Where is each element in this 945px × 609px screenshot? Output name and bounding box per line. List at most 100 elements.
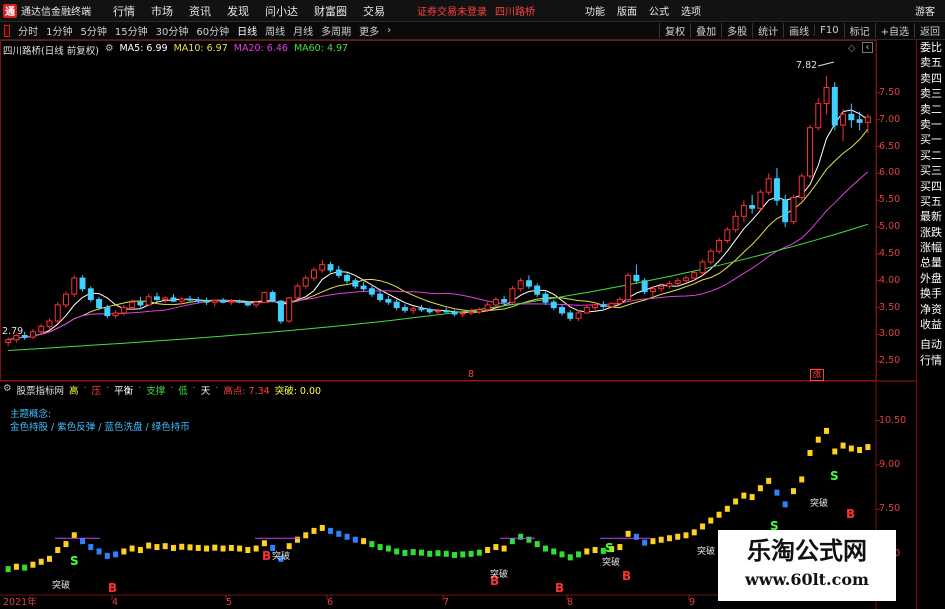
candle-body: [559, 307, 565, 314]
menu-item-discover[interactable]: 发现: [219, 3, 257, 19]
stats-button[interactable]: 统计: [752, 23, 783, 38]
side-item-bid4[interactable]: 买四: [917, 179, 945, 194]
indicator-dot: [195, 544, 201, 551]
indicator-dot: [790, 488, 796, 495]
x-tick: 7: [443, 597, 450, 608]
menu-item-quotes[interactable]: 行情: [105, 3, 143, 19]
side-item-bid1[interactable]: 买一: [917, 132, 945, 147]
y-tick: 6.50: [879, 140, 901, 152]
f10-button[interactable]: F10: [814, 25, 843, 36]
candle-body: [294, 285, 301, 299]
collapse-panel-icon[interactable]: ‹: [862, 42, 873, 53]
indicator-dot: [807, 449, 813, 456]
menu-item-wealth[interactable]: 财富圈: [306, 3, 355, 19]
side-item-bid3[interactable]: 买三: [917, 163, 945, 178]
candle-body: [608, 302, 615, 308]
side-item-bid2[interactable]: 买二: [917, 148, 945, 163]
indicator-dot: [5, 566, 11, 573]
candle-body: [385, 299, 392, 303]
menu-item-trade[interactable]: 交易: [355, 3, 393, 19]
tab-monthly[interactable]: 月线: [289, 23, 317, 38]
x-tick: 5: [226, 597, 233, 608]
candle-body: [5, 339, 12, 343]
settings-gear-icon[interactable]: ⚙: [3, 383, 12, 397]
indicator-dot: [96, 548, 102, 555]
candle-body: [699, 261, 706, 274]
menu-item-function[interactable]: 功能: [579, 3, 611, 18]
side-item-quotes[interactable]: 行情: [917, 353, 945, 368]
side-item-weibi[interactable]: 委比: [917, 40, 945, 55]
tab-intraday[interactable]: 分时: [14, 23, 42, 38]
candle-body: [823, 86, 830, 105]
indicator-dot: [766, 477, 772, 484]
side-item-change-pct[interactable]: 涨幅: [917, 240, 945, 255]
indicator-dot: [352, 536, 358, 543]
menu-item-options[interactable]: 选项: [675, 3, 707, 18]
menu-item-ask[interactable]: 问小达: [257, 3, 306, 19]
tab-multi-period[interactable]: 多周期: [317, 23, 355, 38]
sub-panel-title: 股票指标网: [16, 386, 65, 397]
side-item-ask3[interactable]: 卖三: [917, 86, 945, 101]
menu-item-layout[interactable]: 版面: [611, 3, 643, 18]
tab-5min[interactable]: 5分钟: [77, 23, 111, 38]
menu-item-formula[interactable]: 公式: [643, 3, 675, 18]
overlay-button[interactable]: 叠加: [690, 23, 721, 38]
candle-body: [335, 269, 342, 276]
side-item-bid5[interactable]: 买五: [917, 194, 945, 209]
side-item-ask4[interactable]: 卖四: [917, 71, 945, 86]
side-item-outer[interactable]: 外盘: [917, 271, 945, 286]
candle-body: [153, 296, 160, 301]
side-item-ask2[interactable]: 卖二: [917, 102, 945, 117]
indicator-dot: [361, 538, 367, 545]
candle-body: [63, 293, 69, 306]
add-watchlist-button[interactable]: +自选: [874, 23, 914, 38]
adjust-button[interactable]: 复权: [659, 23, 690, 38]
tab-1min[interactable]: 1分钟: [42, 23, 76, 38]
y-tick: 4.50: [879, 247, 901, 259]
indicator-dot: [774, 489, 780, 496]
side-item-earnings[interactable]: 收益: [917, 317, 945, 332]
chevron-right-icon[interactable]: ›: [383, 25, 395, 36]
candle-body: [401, 307, 408, 311]
indicator-dot: [121, 548, 127, 555]
toolbar-square-icon[interactable]: [4, 24, 11, 37]
candle-body: [707, 250, 714, 263]
tab-daily[interactable]: 日线: [233, 23, 261, 38]
indicator-dot: [782, 501, 788, 508]
candle-body: [633, 274, 640, 282]
multi-stock-button[interactable]: 多股: [721, 23, 752, 38]
tab-weekly[interactable]: 周线: [261, 23, 289, 38]
indicator-dot: [104, 552, 110, 559]
guest-user-label[interactable]: 游客: [915, 3, 935, 18]
menu-item-news[interactable]: 资讯: [181, 3, 219, 19]
side-item-turnover[interactable]: 换手: [917, 286, 945, 301]
broker-login-status[interactable]: 证券交易未登录: [417, 3, 487, 18]
diamond-icon[interactable]: ◇: [848, 43, 855, 55]
tab-60min[interactable]: 60分钟: [192, 23, 233, 38]
side-item-volume[interactable]: 总量: [917, 255, 945, 270]
tab-15min[interactable]: 15分钟: [111, 23, 152, 38]
side-item-net-assets[interactable]: 净资: [917, 302, 945, 317]
side-item-auto[interactable]: 自动: [917, 337, 945, 352]
app-title: 通达信金融终端: [21, 7, 91, 18]
indicator-dot: [137, 547, 143, 553]
y-tick: 3.50: [879, 301, 901, 313]
app-logo-icon: 通: [3, 3, 17, 18]
side-item-ask5[interactable]: 卖五: [917, 55, 945, 70]
side-item-change[interactable]: 涨跌: [917, 225, 945, 240]
mark-button[interactable]: 标记: [843, 23, 875, 38]
indicator-dot: [187, 544, 193, 551]
settings-gear-icon[interactable]: ⚙: [105, 43, 114, 57]
tab-more[interactable]: 更多: [355, 23, 383, 38]
back-button[interactable]: 返回: [914, 23, 945, 38]
indicator-dot: [170, 544, 176, 551]
draw-line-button[interactable]: 画线: [783, 23, 814, 38]
tab-30min[interactable]: 30分钟: [152, 23, 193, 38]
limit-up-marker: 涨: [810, 369, 824, 381]
menu-item-market[interactable]: 市场: [143, 3, 181, 19]
kline-chart[interactable]: BBB BBBSSSS突破突破突破突破突破突破: [0, 40, 916, 609]
side-item-ask1[interactable]: 卖一: [917, 117, 945, 132]
side-item-latest[interactable]: 最新: [917, 209, 945, 224]
candle-body: [261, 292, 268, 303]
legend-pressure: 压: [91, 386, 102, 397]
